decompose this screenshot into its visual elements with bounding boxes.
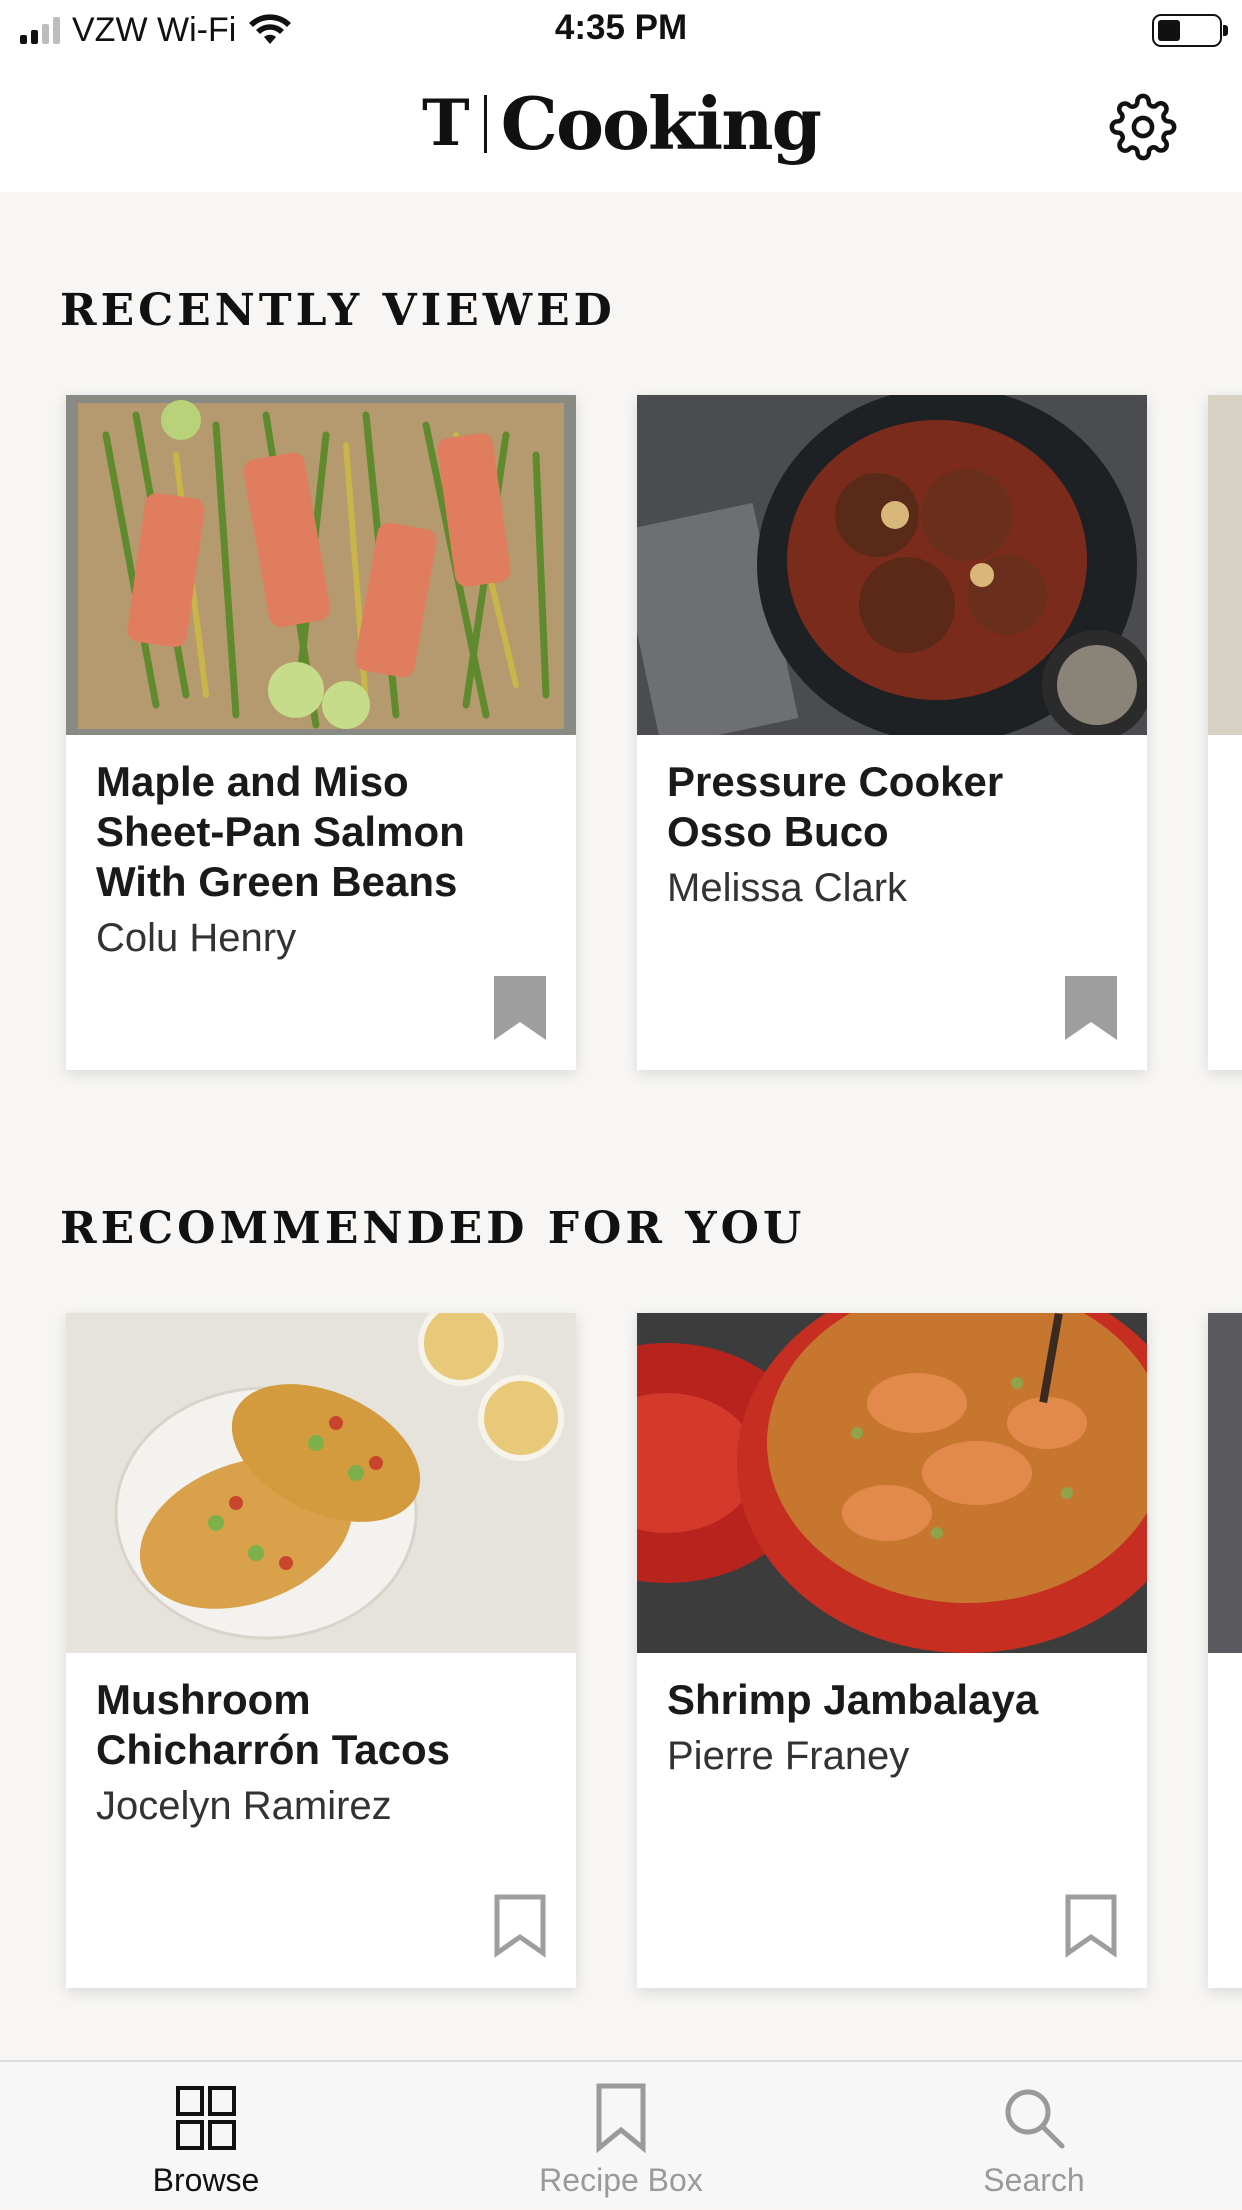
recipe-card[interactable]: Shrimp Jambalaya Pierre Franey: [637, 1313, 1147, 1988]
recipe-card-text: Pressure Cooker Osso Buco Melissa Clark: [667, 757, 1117, 913]
status-time: 4:35 PM: [554, 8, 688, 47]
recipe-image-osso-buco: [637, 395, 1147, 735]
logo-mark: T: [422, 86, 470, 161]
tab-bar: Browse Recipe Box Search: [0, 2060, 1242, 2208]
recipe-image: [1208, 1313, 1242, 1653]
recipe-author: Colu Henry: [96, 916, 297, 960]
tab-search[interactable]: Search: [884, 2062, 1184, 2210]
bookmark-outline-icon[interactable]: [1065, 1894, 1117, 1958]
recipe-author: Melissa Clark: [667, 866, 908, 910]
search-icon: [1005, 2089, 1065, 2149]
recipe-title: Mushroom Chicharrón Tacos: [96, 1676, 450, 1773]
recipe-image-tacos: [66, 1313, 576, 1653]
logo-text: Cooking: [500, 81, 822, 166]
recipe-title: Maple and Miso Sheet-Pan Salmon With Gre…: [96, 758, 465, 905]
bookmark-outline-icon[interactable]: [494, 1894, 546, 1958]
recipe-image: [1208, 395, 1242, 735]
battery-icon: [1152, 14, 1228, 47]
recipe-author: Pierre Franey: [667, 1734, 910, 1778]
tab-label: Search: [983, 2162, 1085, 2198]
bookmark-filled-icon[interactable]: [1065, 976, 1117, 1040]
recipe-title: Shrimp Jambalaya: [667, 1676, 1039, 1723]
status-bar: VZW Wi-Fi 4:35 PM: [0, 0, 1242, 62]
recipe-card-text: Maple and Miso Sheet-Pan Salmon With Gre…: [96, 757, 546, 963]
gear-icon: [1109, 93, 1177, 161]
bookmark-icon: [596, 2083, 646, 2154]
settings-button[interactable]: [1108, 92, 1178, 162]
recipe-card-partial[interactable]: [1208, 1313, 1242, 1988]
recently-viewed-carousel[interactable]: Maple and Miso Sheet-Pan Salmon With Gre…: [0, 395, 1242, 1075]
recipe-author: Jocelyn Ramirez: [96, 1784, 392, 1828]
recipe-title: Pressure Cooker Osso Buco: [667, 758, 1004, 855]
bookmark-filled-icon[interactable]: [494, 976, 546, 1040]
grid-icon: [176, 2086, 236, 2150]
recipe-image-jambalaya: [637, 1313, 1147, 1653]
recipe-card[interactable]: Mushroom Chicharrón Tacos Jocelyn Ramire…: [66, 1313, 576, 1988]
tab-label: Recipe Box: [539, 2162, 703, 2198]
recipe-image-salmon: [66, 395, 576, 735]
app-header: T Cooking: [0, 62, 1242, 192]
recently-viewed-heading: RECENTLY VIEWED: [60, 285, 616, 336]
nyt-cooking-logo: T Cooking: [0, 88, 1242, 160]
recommended-carousel[interactable]: Mushroom Chicharrón Tacos Jocelyn Ramire…: [0, 1313, 1242, 1993]
recipe-card[interactable]: Pressure Cooker Osso Buco Melissa Clark: [637, 395, 1147, 1070]
tab-recipe-box[interactable]: Recipe Box: [471, 2062, 771, 2210]
recipe-card[interactable]: Maple and Miso Sheet-Pan Salmon With Gre…: [66, 395, 576, 1070]
recipe-card-text: Mushroom Chicharrón Tacos Jocelyn Ramire…: [96, 1675, 546, 1831]
tab-label: Browse: [152, 2162, 260, 2198]
tab-browse[interactable]: Browse: [56, 2062, 356, 2210]
logo-divider: [483, 95, 487, 153]
recipe-card-text: Shrimp Jambalaya Pierre Franey: [667, 1675, 1117, 1781]
recipe-card-partial[interactable]: [1208, 395, 1242, 1070]
recommended-heading: RECOMMENDED FOR YOU: [60, 1203, 806, 1254]
